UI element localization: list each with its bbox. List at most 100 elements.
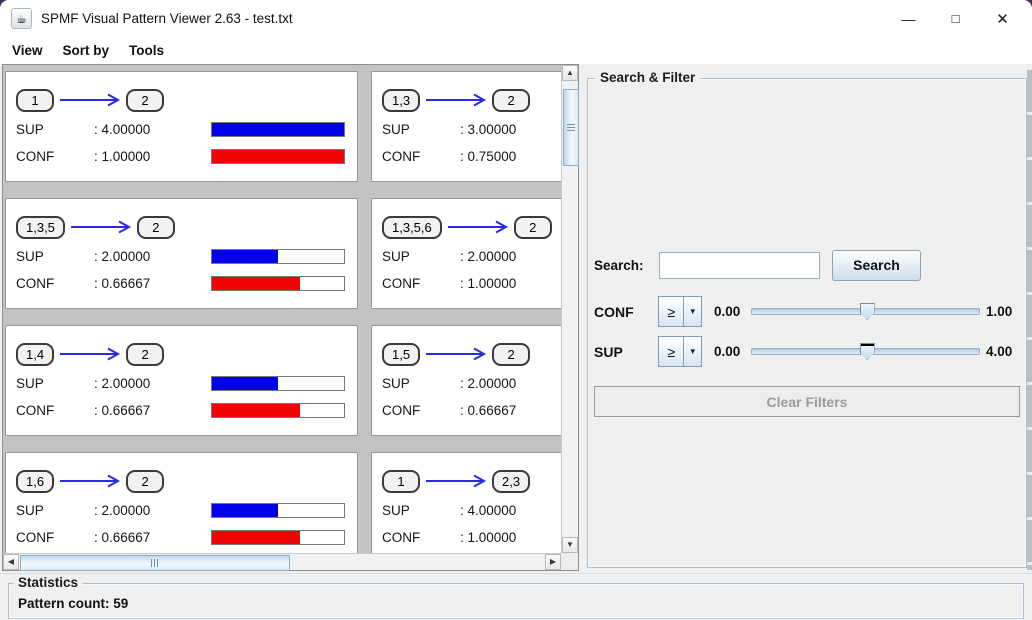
- conf-row: CONF : 0.66667: [16, 530, 347, 545]
- minimize-button[interactable]: —: [885, 0, 932, 37]
- search-input[interactable]: [659, 252, 820, 279]
- pattern-card[interactable]: 1,6 2 SUP : 2.00000 CONF : 0.66667: [5, 452, 358, 553]
- antecedent-pill: 1,3,5,6: [382, 216, 442, 239]
- menu-bar: ViewSort byTools: [0, 37, 1032, 64]
- conf-row: CONF : 1.00000: [16, 149, 347, 164]
- antecedent-pill: 1,6: [16, 470, 54, 493]
- rule-arrow-icon: [425, 93, 487, 107]
- scroll-right-icon[interactable]: ▶: [545, 554, 561, 570]
- search-row: Search: Search: [594, 249, 921, 281]
- rule-arrow-icon: [70, 220, 132, 234]
- sup-bar: [211, 122, 345, 137]
- conf-row: CONF : 0.66667: [382, 403, 561, 418]
- conf-bar: [211, 530, 345, 545]
- consequent-pill: 2: [492, 89, 530, 112]
- sup-row: SUP : 3.00000: [382, 122, 561, 137]
- scroll-up-icon[interactable]: ▲: [562, 65, 578, 81]
- app-window: ☕ SPMF Visual Pattern Viewer 2.63 - test…: [0, 0, 1032, 620]
- consequent-pill: 2: [492, 343, 530, 366]
- pattern-card[interactable]: 1,3,5 2 SUP : 2.00000 CONF : 0.66667: [5, 198, 358, 309]
- pattern-count: Pattern count: 59: [18, 596, 128, 611]
- pattern-viewport: 1 2 SUP : 4.00000 CONF : 1.00000 1,3 2: [3, 65, 561, 553]
- clear-filters-button[interactable]: Clear Filters: [594, 386, 1020, 417]
- search-filter-title: Search & Filter: [595, 70, 700, 85]
- sup-row: SUP : 2.00000: [16, 249, 347, 264]
- rule-arrow-icon: [59, 474, 121, 488]
- conf-row: CONF : 1.00000: [382, 530, 561, 545]
- rule-row: 1,6 2: [16, 468, 347, 494]
- rule-row: 1,3,5,6 2: [382, 214, 561, 240]
- cards-grid: 1 2 SUP : 4.00000 CONF : 1.00000 1,3 2: [5, 71, 561, 553]
- sup-row: SUP : 2.00000: [382, 249, 561, 264]
- conf-filter-row: CONF ≥ ▼ 0.00 1.00: [594, 295, 1026, 328]
- range-max-label: 1.00: [986, 304, 1026, 319]
- sup-row: SUP : 2.00000: [382, 376, 561, 391]
- search-button[interactable]: Search: [832, 250, 921, 281]
- search-filter-groupbox: Search & Filter Search: Search CONF ≥ ▼ …: [587, 78, 1027, 568]
- pattern-card[interactable]: 1,3,5,6 2 SUP : 2.00000 CONF : 1.00000: [371, 198, 561, 309]
- main-content: 1 2 SUP : 4.00000 CONF : 1.00000 1,3 2: [0, 64, 1032, 620]
- range-min-label: 0.00: [714, 344, 751, 359]
- menu-item-sort-by[interactable]: Sort by: [53, 40, 120, 61]
- chevron-down-icon[interactable]: ▼: [683, 297, 701, 326]
- statistics-title: Statistics: [13, 575, 83, 590]
- operator-combo[interactable]: ≥ ▼: [658, 336, 702, 367]
- consequent-pill: 2: [137, 216, 175, 239]
- slider-track[interactable]: [751, 348, 980, 355]
- menu-item-tools[interactable]: Tools: [119, 40, 174, 61]
- sup-bar: [211, 376, 345, 391]
- filter-label: SUP: [594, 344, 658, 360]
- pattern-card[interactable]: 1,5 2 SUP : 2.00000 CONF : 0.66667: [371, 325, 561, 436]
- menu-item-view[interactable]: View: [2, 40, 53, 61]
- sup-row: SUP : 4.00000: [16, 122, 347, 137]
- chevron-down-icon[interactable]: ▼: [683, 337, 701, 366]
- conf-bar: [211, 276, 345, 291]
- sup-bar: [211, 503, 345, 518]
- maximize-button[interactable]: □: [932, 0, 979, 37]
- filter-label: CONF: [594, 304, 658, 320]
- scroll-down-icon[interactable]: ▼: [562, 537, 578, 553]
- window-title: SPMF Visual Pattern Viewer 2.63 - test.t…: [41, 11, 293, 26]
- rule-row: 1,3 2: [382, 87, 561, 113]
- statistics-groupbox: Statistics Pattern count: 59: [8, 583, 1024, 619]
- sup-row: SUP : 4.00000: [382, 503, 561, 518]
- conf-row: CONF : 0.66667: [16, 276, 347, 291]
- range-min-label: 0.00: [714, 304, 751, 319]
- operator-combo[interactable]: ≥ ▼: [658, 296, 702, 327]
- horizontal-scrollbar-thumb[interactable]: [20, 555, 290, 571]
- antecedent-pill: 1,5: [382, 343, 420, 366]
- rule-arrow-icon: [59, 347, 121, 361]
- rule-row: 1,4 2: [16, 341, 347, 367]
- slider-thumb[interactable]: [860, 343, 875, 360]
- antecedent-pill: 1,4: [16, 343, 54, 366]
- pattern-card[interactable]: 1,4 2 SUP : 2.00000 CONF : 0.66667: [5, 325, 358, 436]
- vertical-scrollbar-thumb[interactable]: [563, 89, 579, 166]
- sup-bar: [211, 249, 345, 264]
- rule-row: 1 2: [16, 87, 347, 113]
- pattern-card[interactable]: 1 2 SUP : 4.00000 CONF : 1.00000: [5, 71, 358, 182]
- window-controls: — □ ✕: [885, 0, 1032, 37]
- consequent-pill: 2: [126, 89, 164, 112]
- rule-arrow-icon: [425, 347, 487, 361]
- slider-track[interactable]: [751, 308, 980, 315]
- antecedent-pill: 1: [16, 89, 54, 112]
- horizontal-scrollbar[interactable]: ◀ ▶: [3, 553, 561, 570]
- filter-panel: Search & Filter Search: Search CONF ≥ ▼ …: [581, 64, 1027, 572]
- pattern-card[interactable]: 1 2,3 SUP : 4.00000 CONF : 1.00000: [371, 452, 561, 553]
- sup-filter-row: SUP ≥ ▼ 0.00 4.00: [594, 335, 1026, 368]
- vertical-scrollbar[interactable]: ▲ ▼: [561, 65, 578, 553]
- consequent-pill: 2: [126, 343, 164, 366]
- conf-bar: [211, 403, 345, 418]
- rule-arrow-icon: [425, 474, 487, 488]
- consequent-pill: 2: [126, 470, 164, 493]
- rule-arrow-icon: [59, 93, 121, 107]
- sup-row: SUP : 2.00000: [16, 376, 347, 391]
- slider-thumb[interactable]: [860, 303, 875, 320]
- pattern-card[interactable]: 1,3 2 SUP : 3.00000 CONF : 0.75000: [371, 71, 561, 182]
- search-label: Search:: [594, 258, 659, 273]
- scroll-left-icon[interactable]: ◀: [3, 554, 19, 570]
- background-window-edge: [1027, 70, 1032, 570]
- scrollbar-corner: [561, 553, 578, 570]
- close-button[interactable]: ✕: [979, 0, 1026, 37]
- rule-row: 1,5 2: [382, 341, 561, 367]
